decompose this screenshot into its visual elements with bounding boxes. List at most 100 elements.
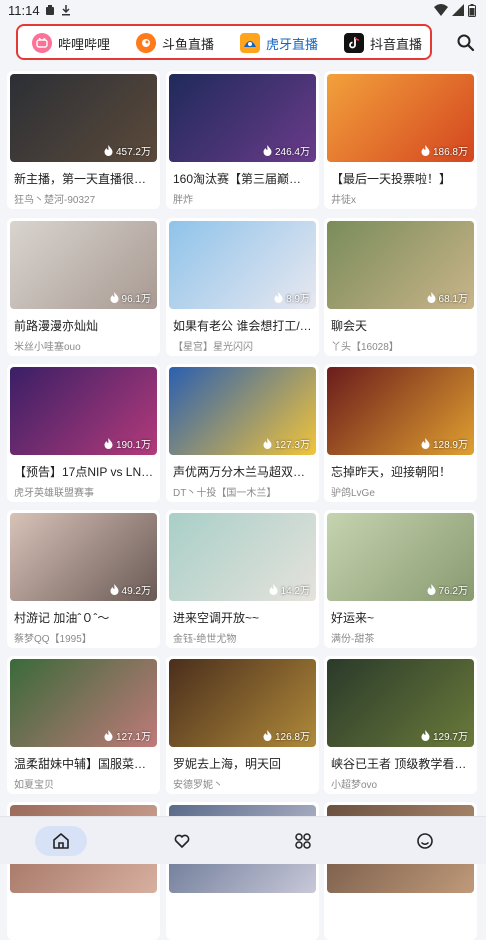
streamer-name: DT丶十投【国一木兰】	[173, 488, 277, 499]
stream-thumbnail: 127.1万	[10, 659, 157, 747]
stream-card[interactable]: 129.7万 峡谷已王者 顶级教学看… 小超梦ovo	[324, 656, 477, 794]
view-count: 68.1万	[427, 290, 468, 305]
stream-thumbnail: 68.1万	[327, 221, 474, 309]
stream-thumbnail: 186.8万	[327, 74, 474, 162]
download-icon	[62, 5, 70, 16]
stream-title: 进来空调开放~~	[173, 611, 260, 625]
stream-card[interactable]: 246.4万 160淘汰赛【第三届巅峰… 胖炸	[166, 71, 319, 209]
stream-title: 新主播，第一天直播很…	[14, 172, 147, 186]
view-count: 128.9万	[421, 436, 468, 451]
stream-title: 聊会天	[331, 319, 368, 333]
stream-thumbnail: 14.2万	[169, 513, 316, 601]
flame-icon	[421, 145, 430, 156]
streamer-name: 米丝小哇塞ouo	[14, 342, 81, 353]
stream-card[interactable]: 126.8万 罗妮去上海，明天回 安德罗妮丶	[166, 656, 319, 794]
stream-title: 忘掉昨天，迎接朝阳！	[331, 465, 452, 479]
flame-icon	[263, 730, 272, 741]
bilibili-logo-icon	[32, 33, 52, 53]
nav-categories[interactable]	[277, 826, 329, 856]
view-count-text: 49.2万	[121, 586, 151, 597]
view-count-text: 186.8万	[432, 147, 468, 158]
nav-favorites[interactable]	[156, 826, 208, 856]
view-count-text: 129.7万	[432, 732, 468, 743]
view-count-text: 14.2万	[280, 586, 310, 597]
stream-card[interactable]: 96.1万 前路漫漫亦灿灿 米丝小哇塞ouo	[7, 218, 160, 356]
view-count: 129.7万	[421, 728, 468, 743]
heart-icon	[174, 834, 190, 848]
view-count-text: 127.3万	[274, 440, 310, 451]
view-count: 126.8万	[263, 728, 310, 743]
view-count-text: 96.1万	[121, 294, 151, 305]
stream-title: 罗妮去上海，明天回	[173, 757, 282, 771]
view-count: 457.2万	[104, 143, 151, 158]
stream-title: 村游记 加油ˆ０ˆ～	[14, 611, 110, 625]
stream-card[interactable]: 76.2万 好运来~ 满份-甜茶	[324, 510, 477, 648]
flame-icon	[269, 584, 278, 595]
stream-title: 声优两万分木兰马超双…	[173, 465, 306, 479]
view-count: 190.1万	[104, 436, 151, 451]
view-count-text: 126.8万	[274, 732, 310, 743]
stream-card[interactable]: 190.1万【预告】17点NIP vs LN… 虎牙英雄联盟赛事	[7, 364, 160, 502]
stream-thumbnail: 190.1万	[10, 367, 157, 455]
platform-tab-douyin[interactable]: 抖音直播	[344, 30, 422, 56]
streamer-name: 虎牙英雄联盟赛事	[14, 488, 94, 499]
view-count: 76.2万	[427, 582, 468, 597]
stream-thumbnail: 96.1万	[10, 221, 157, 309]
stream-thumbnail: 246.4万	[169, 74, 316, 162]
flame-icon	[427, 584, 436, 595]
stream-card[interactable]: 49.2万 村游记 加油ˆ０ˆ～ 蔡梦QQ【1995】	[7, 510, 160, 648]
view-count: 96.1万	[110, 290, 151, 305]
flame-icon	[263, 438, 272, 449]
notification-icon	[46, 5, 54, 15]
stream-card[interactable]: 128.9万忘掉昨天，迎接朝阳！ 驴鸽LvGe	[324, 364, 477, 502]
stream-card[interactable]: 68.1万聊会天丫头【16028】	[324, 218, 477, 356]
streamer-name: 驴鸽LvGe	[331, 488, 375, 499]
streamer-name: 丫头【16028】	[331, 342, 399, 353]
stream-thumbnail: 126.8万	[169, 659, 316, 747]
streamer-name: 满份-甜茶	[331, 634, 375, 645]
platform-tab-douyu[interactable]: 斗鱼直播	[136, 30, 214, 56]
stream-title: 【预告】17点NIP vs LN…	[14, 465, 154, 479]
flame-icon	[110, 584, 119, 595]
stream-card[interactable]: 14.2万进来空调开放~~ 金钰-绝世尤物	[166, 510, 319, 648]
flame-icon	[104, 730, 113, 741]
view-count: 127.1万	[104, 728, 151, 743]
stream-thumbnail: 127.3万	[169, 367, 316, 455]
stream-thumbnail: 457.2万	[10, 74, 157, 162]
stream-thumbnail: 49.2万	[10, 513, 157, 601]
signal-icon	[452, 4, 464, 16]
stream-card[interactable]: 127.3万声优两万分木兰马超双… DT丶十投【国一木兰】	[166, 364, 319, 502]
stream-title: 峡谷已王者 顶级教学看…	[331, 757, 467, 771]
stream-card[interactable]: 186.8万 【最后一天投票啦！】 井徒x	[324, 71, 477, 209]
flame-icon	[274, 292, 283, 303]
stream-card[interactable]: 8.9万 如果有老公 谁会想打工/… 【星宫】星光闪闪	[166, 218, 319, 356]
search-button[interactable]	[456, 33, 476, 53]
view-count-text: 128.9万	[432, 440, 468, 451]
view-count: 49.2万	[110, 582, 151, 597]
flame-icon	[421, 730, 430, 741]
flame-icon	[110, 292, 119, 303]
platform-label: 抖音直播	[370, 36, 423, 52]
view-count: 127.3万	[263, 436, 310, 451]
streamer-name: 金钰-绝世尤物	[173, 634, 237, 645]
flame-icon	[421, 438, 430, 449]
nav-profile[interactable]	[399, 826, 451, 856]
view-count-text: 76.2万	[438, 586, 468, 597]
nav-home[interactable]	[35, 826, 87, 856]
status-time: 11:14	[8, 3, 40, 18]
platform-tab-bilibili[interactable]: 哔哩哔哩	[32, 30, 110, 56]
search-icon	[457, 34, 475, 52]
home-icon	[53, 833, 69, 849]
smiley-icon	[417, 833, 433, 849]
view-count: 246.4万	[263, 143, 310, 158]
platform-tab-huya[interactable]: 虎牙直播	[240, 30, 318, 56]
douyin-logo-icon	[344, 33, 364, 53]
stream-title: 160淘汰赛【第三届巅峰…	[173, 172, 313, 186]
douyu-logo-icon	[136, 33, 156, 53]
bottom-nav	[0, 816, 486, 864]
huya-logo-icon	[240, 33, 260, 53]
stream-card[interactable]: 457.2万 新主播，第一天直播很… 狂鸟丶楚河-90327	[7, 71, 160, 209]
stream-card[interactable]: 127.1万 温柔甜妹中辅】国服菜… 如夏宝贝	[7, 656, 160, 794]
stream-title: 温柔甜妹中辅】国服菜…	[14, 757, 147, 771]
status-right-icons	[434, 4, 476, 17]
